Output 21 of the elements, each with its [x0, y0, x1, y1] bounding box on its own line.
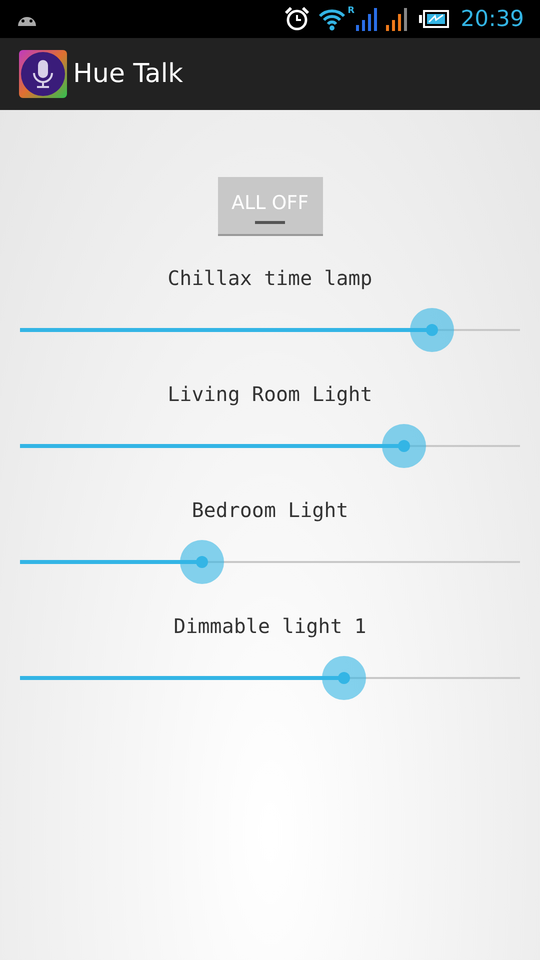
app-title: Hue Talk	[73, 58, 184, 90]
signal-icon	[384, 7, 409, 31]
roaming-indicator: R	[348, 7, 355, 16]
slider-thumb[interactable]	[180, 540, 224, 584]
alarm-clock-icon	[284, 7, 310, 31]
signal-icon	[354, 7, 377, 31]
microphone-app-icon	[19, 50, 67, 98]
battery-icon	[418, 10, 449, 28]
light-name: Living Room Light	[166, 381, 374, 408]
light-name: Chillax time lamp	[166, 265, 374, 292]
brightness-slider[interactable]	[20, 656, 520, 700]
light-name: Bedroom Light	[190, 497, 350, 524]
wifi-icon	[318, 7, 346, 31]
slider-thumb[interactable]	[410, 308, 454, 352]
brightness-slider[interactable]	[20, 540, 520, 584]
slider-thumb[interactable]	[382, 424, 426, 468]
light-name: Dimmable light 1	[172, 613, 368, 640]
status-time: 20:39	[460, 6, 524, 34]
slider-thumb[interactable]	[322, 656, 366, 700]
brightness-slider[interactable]	[20, 308, 520, 352]
brightness-slider[interactable]	[20, 424, 520, 468]
